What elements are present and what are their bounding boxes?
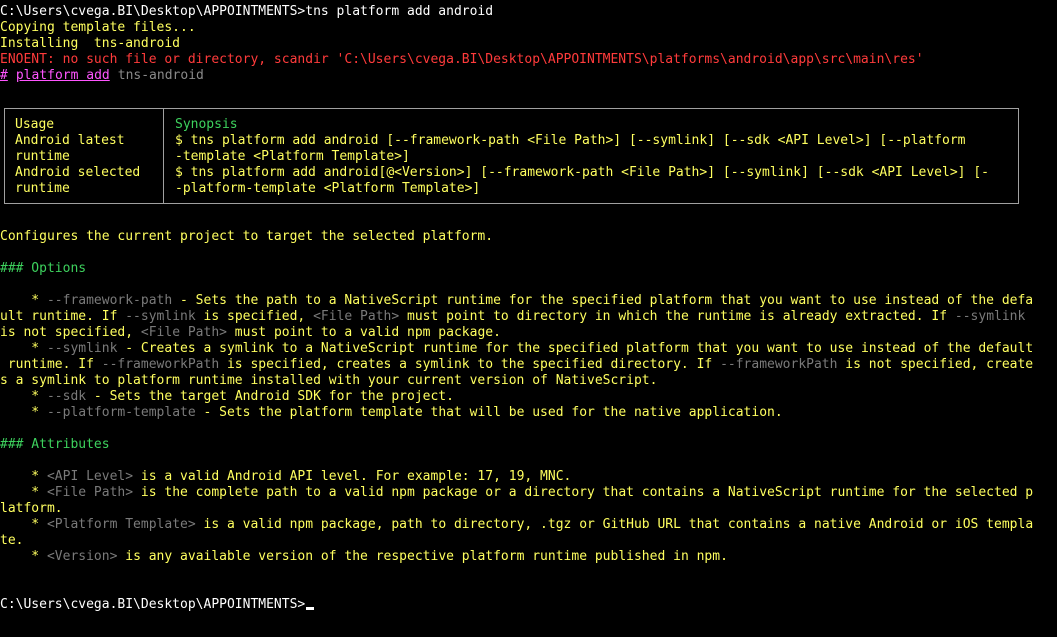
error-message: ENOENT: no such file or directory, scand… [0, 52, 924, 67]
prompt-line[interactable]: C:\Users\cvega.BI\Desktop\APPOINTMENTS> [0, 597, 315, 613]
option-framework-path-cont2: is not specified, <File Path> must point… [0, 325, 501, 340]
usage-row2-label: Android selected [15, 165, 141, 180]
attributes-heading: ### Attributes [0, 437, 110, 452]
synopsis-header: Synopsis [175, 117, 238, 132]
usage-table [4, 108, 1019, 204]
usage-row1-synopsis: $ tns platform add android [--framework-… [175, 133, 966, 148]
option-symlink-cont: runtime. If --frameworkPath is specified… [0, 357, 1034, 372]
installing-status: Installing tns-android [0, 36, 181, 51]
attribute-file-path-cont: latform. [0, 501, 63, 516]
usage-row2-synopsis: $ tns platform add android[@<Version>] [… [175, 165, 989, 180]
option-framework-path: * --framework-path - Sets the path to a … [0, 293, 1034, 308]
command-line: C:\Users\cvega.BI\Desktop\APPOINTMENTS>t… [0, 4, 494, 19]
usage-row1-label-cont: runtime [15, 149, 70, 164]
usage-header: Usage [15, 117, 55, 132]
attribute-api-level: * <API Level> is a valid Android API lev… [0, 469, 572, 484]
description: Configures the current project to target… [0, 229, 494, 244]
options-heading: ### Options [0, 261, 87, 276]
attribute-platform-template-cont: te. [0, 533, 24, 548]
option-platform-template: * --platform-template - Sets the platfor… [0, 405, 783, 420]
flag-sdk: --sdk [46, 389, 87, 404]
help-hash: # [0, 68, 8, 83]
help-package: tns-android [117, 68, 204, 83]
help-link[interactable]: platform add [16, 68, 110, 83]
attribute-platform-template: * <Platform Template> is a valid npm pac… [0, 517, 1034, 532]
flag-symlink: --symlink [46, 341, 118, 356]
usage-row2-label-cont: runtime [15, 181, 70, 196]
usage-table-divider [163, 108, 164, 204]
usage-row2-synopsis-cont: -platform-template <Platform Template>] [175, 181, 481, 196]
attribute-file-path: * <File Path> is the complete path to a … [0, 485, 1034, 500]
option-sdk: * --sdk - Sets the target Android SDK fo… [0, 389, 454, 404]
copying-status: Copying template files... [0, 20, 196, 35]
option-symlink-cont2: s a symlink to platform runtime installe… [0, 373, 658, 388]
usage-row1-synopsis-cont: -template <Platform Template>] [175, 149, 410, 164]
help-header: # platform add tns-android [0, 68, 204, 84]
option-framework-path-cont: ult runtime. If --symlink is specified, … [0, 309, 1026, 324]
terminal-window[interactable]: C:\Users\cvega.BI\Desktop\APPOINTMENTS> t… [0, 0, 1057, 637]
attribute-version: * <Version> is any available version of … [0, 549, 728, 564]
usage-row1-label: Android latest [15, 133, 125, 148]
prompt: C:\Users\cvega.BI\Desktop\APPOINTMENTS> [0, 597, 306, 612]
option-symlink: * --symlink - Creates a symlink to a Nat… [0, 341, 1034, 356]
flag-platform-template: --platform-template [46, 405, 196, 420]
cursor [306, 607, 315, 610]
flag-framework-path: --framework-path [46, 293, 173, 308]
